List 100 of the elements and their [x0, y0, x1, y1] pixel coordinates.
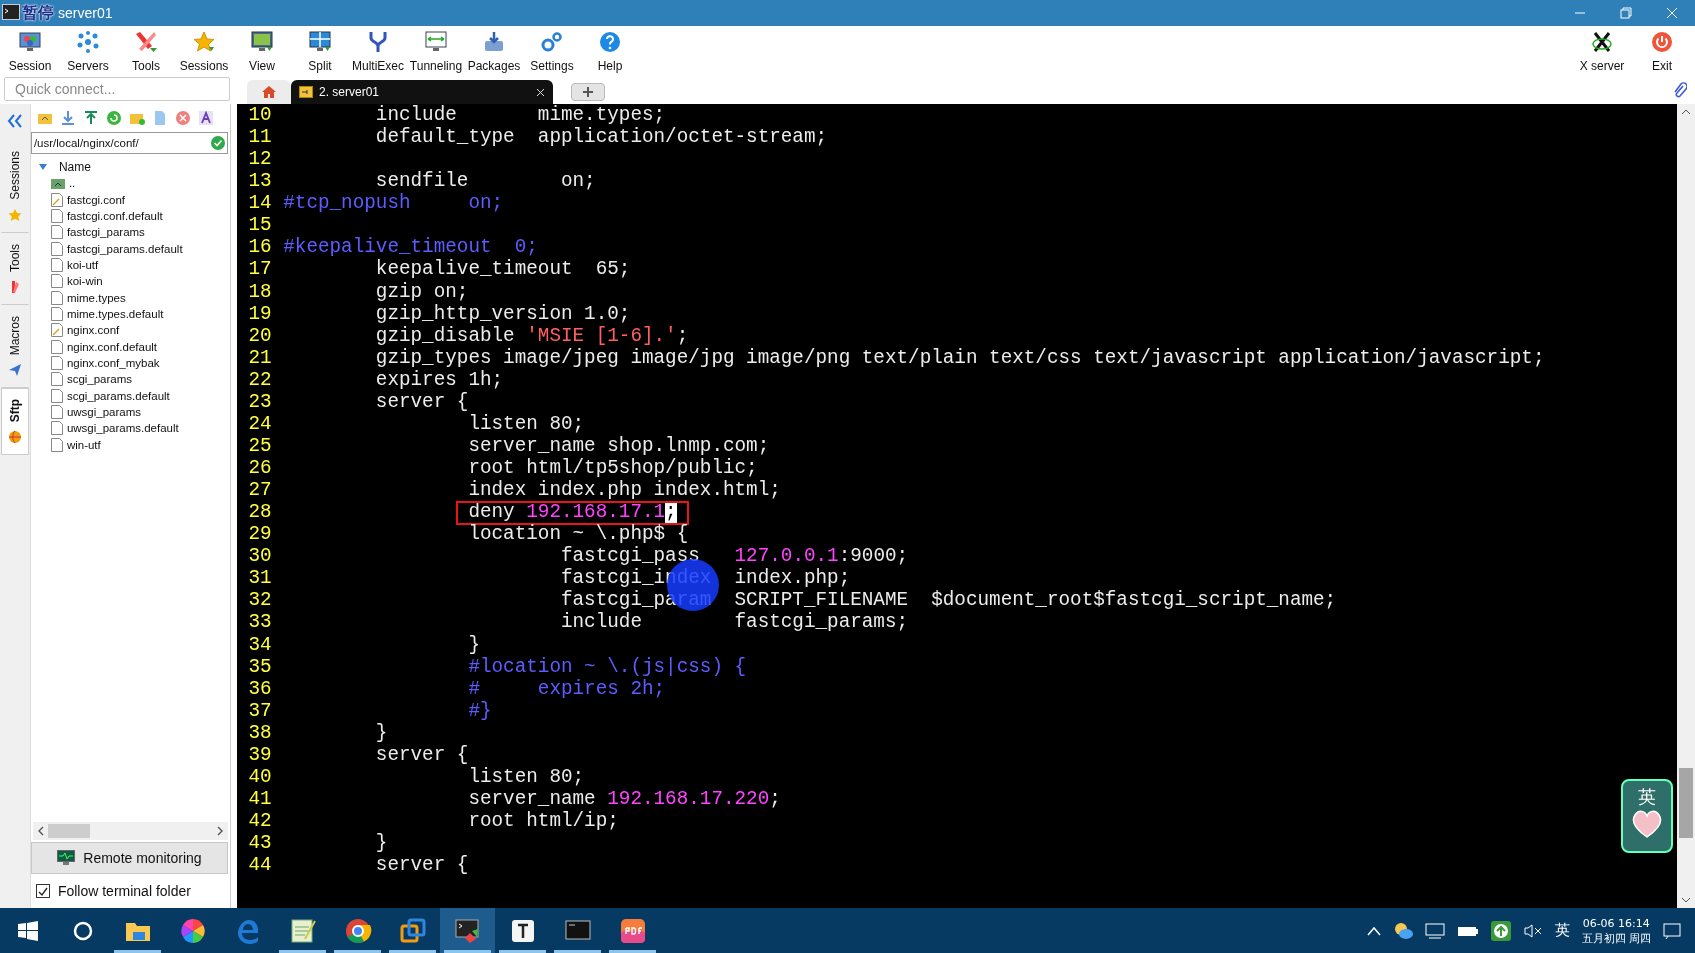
file-name[interactable]: uwsgi_params — [66, 406, 142, 418]
settings-icon — [540, 30, 564, 54]
chrome-icon — [343, 916, 372, 945]
line-number: 20 — [247, 324, 272, 347]
code-line: sendfile on; — [374, 170, 596, 193]
tools-icon — [134, 30, 158, 54]
toolbar-button[interactable]: Settings — [523, 26, 581, 80]
side-tab[interactable]: Sftp — [0, 388, 29, 456]
line-number: 36 — [247, 677, 272, 700]
line-number: 26 — [247, 457, 272, 480]
star-icon — [192, 30, 216, 54]
taskbar-app[interactable] — [440, 908, 495, 953]
file-name[interactable]: win-utf — [66, 438, 101, 451]
file-name[interactable]: fastcgi_params.default — [66, 242, 183, 255]
toolbar-button[interactable]: Packages — [465, 26, 523, 80]
scroll-up-icon — [1681, 108, 1691, 116]
code-line: } — [374, 832, 388, 855]
notification-icon — [1663, 922, 1681, 939]
code-line: server { — [374, 854, 469, 877]
file-name[interactable]: nginx.conf — [66, 324, 120, 337]
line-number: 23 — [247, 390, 272, 413]
code-line: server { — [374, 743, 469, 766]
line-number: 28 — [247, 501, 272, 524]
file-name[interactable]: koi-utf — [66, 258, 99, 271]
file-name[interactable]: .. — [68, 177, 76, 190]
clock-date[interactable]: 五月初四 周四 — [1581, 930, 1651, 946]
file-name[interactable]: fastcgi.conf.default — [66, 209, 163, 222]
line-number: 29 — [247, 523, 272, 546]
file-icon — [50, 372, 63, 387]
plus-icon — [582, 86, 594, 98]
code-line: server_name shop.lnmp.com; — [467, 434, 770, 457]
code-line: # expires 2h; — [467, 677, 666, 700]
vertical-scrollbar[interactable] — [1677, 104, 1695, 908]
file-icon — [50, 290, 63, 305]
toolbar-button[interactable]: Servers — [59, 26, 117, 80]
file-name[interactable]: koi-win — [66, 275, 103, 288]
toolbar-button[interactable]: Sessions — [175, 26, 233, 80]
input-method-indicator[interactable]: 英 — [1554, 921, 1570, 940]
speaker-muted-icon — [1522, 922, 1543, 939]
toolbar-button[interactable]: X server — [1572, 26, 1632, 80]
file-name[interactable]: scgi_params — [66, 373, 133, 386]
code-line: server_name 192.168.17.220; — [467, 787, 781, 810]
quick-connect-field[interactable]: Quick connect... — [4, 77, 230, 101]
file-name[interactable]: nginx.conf.default — [66, 340, 158, 353]
code-line: server { — [374, 390, 469, 413]
file-name[interactable]: nginx.conf_mybak — [66, 356, 160, 369]
home-tab[interactable] — [247, 80, 291, 104]
path-field[interactable]: /usr/local/nginx/conf/ — [30, 132, 228, 154]
line-number: 24 — [247, 412, 272, 435]
line-number: 22 — [247, 368, 272, 391]
toolbar-button[interactable]: Split — [291, 26, 349, 80]
scroll-down-icon — [1681, 896, 1691, 904]
close-icon — [1666, 7, 1678, 19]
line-number: 10 — [247, 104, 272, 127]
line-number: 44 — [247, 854, 272, 877]
toolbar-button[interactable]: MultiExec — [349, 26, 407, 80]
file-name[interactable]: fastcgi.conf — [66, 193, 126, 206]
file-name[interactable]: fastcgi_params — [66, 226, 145, 239]
network-icon — [76, 30, 100, 54]
folder-icon — [50, 177, 65, 190]
column-header[interactable]: Name — [58, 159, 91, 174]
power-icon — [1650, 30, 1674, 54]
paperclip-icon — [1673, 82, 1687, 100]
file-name[interactable]: uwsgi_params.default — [66, 422, 179, 435]
line-number: 30 — [247, 545, 272, 568]
globe-icon — [7, 430, 22, 445]
side-tab[interactable]: Tools — [0, 232, 29, 305]
sftp-toolbar-button[interactable] — [197, 110, 214, 128]
new-tab-button[interactable] — [571, 83, 605, 101]
checkbox-label[interactable]: Follow terminal folder — [57, 883, 191, 899]
file-icon — [50, 355, 63, 370]
file-icon — [50, 306, 63, 321]
code-line: gzip_disable 'MSIE [1-6].'; — [374, 324, 689, 347]
x-mark-icon — [1590, 30, 1614, 54]
ime-label[interactable]: 英 — [1638, 785, 1656, 809]
line-number: 37 — [247, 699, 272, 722]
side-tab[interactable]: Sessions — [0, 140, 29, 233]
file-name[interactable]: mime.types — [66, 291, 126, 304]
sftp-toolbar-button[interactable] — [59, 110, 76, 128]
code-line: gzip on; — [374, 280, 469, 303]
scrollbar-thumb[interactable] — [1679, 768, 1693, 838]
toolbar-button[interactable]: Help — [581, 26, 639, 80]
heart-icon — [1630, 809, 1664, 839]
session-tab[interactable]: 2. server01 — [291, 80, 553, 104]
remote-monitoring-button[interactable]: Remote monitoring — [30, 842, 228, 874]
code-line: default_type application/octet-stream; — [374, 126, 828, 149]
line-number: 43 — [247, 832, 272, 855]
code-line: #} — [467, 699, 492, 722]
horizontal-scrollbar[interactable] — [32, 822, 228, 840]
download-icon — [59, 110, 76, 126]
line-number: 21 — [247, 346, 272, 369]
toolbar-button[interactable]: Tunneling — [407, 26, 465, 80]
toolbar-button[interactable]: Tools — [117, 26, 175, 80]
file-name[interactable]: scgi_params.default — [66, 389, 170, 402]
toolbar-button[interactable]: View — [233, 26, 291, 80]
clock-time[interactable]: 06-06 16:14 — [1582, 915, 1650, 931]
file-name[interactable]: mime.types.default — [66, 307, 164, 320]
toolbar-button[interactable]: Exit — [1632, 26, 1692, 80]
checkbox[interactable] — [35, 884, 50, 898]
upload-icon — [1490, 920, 1511, 941]
